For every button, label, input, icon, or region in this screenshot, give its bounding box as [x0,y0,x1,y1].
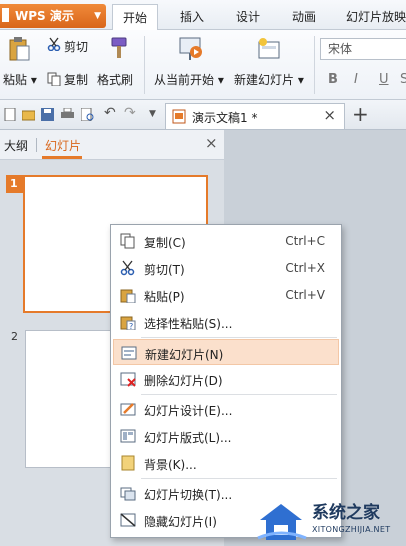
menu-item-paste[interactable]: 粘贴(P) Ctrl+V [113,282,339,308]
menu-item-label: 隐藏幻灯片(I) [144,515,217,529]
app-logo-icon [2,8,9,22]
document-tab[interactable]: 演示文稿1 * × [165,103,345,129]
font-name-select[interactable]: 宋体 [320,38,406,60]
watermark-url: XITONGZHIJIA.NET [312,525,391,534]
menu-separator [141,394,337,395]
paste-icon[interactable] [8,36,30,62]
italic-button[interactable]: I [354,72,358,87]
new-file-icon[interactable] [4,108,17,121]
menu-item-label: 删除幻灯片(D) [144,374,223,388]
menu-item-cut[interactable]: 剪切(T) Ctrl+X [113,255,339,281]
tab-insert[interactable]: 插入 [172,4,212,30]
menu-item-label: 剪切(T) [144,263,185,277]
redo-icon[interactable]: ↷ [124,105,136,121]
copy-button[interactable]: 复制 [64,71,88,88]
watermark-logo: 系统之家 XITONGZHIJIA.NET [250,494,406,546]
menu-item-paste-special[interactable]: ? 选择性粘贴(S)... [113,309,339,335]
menu-item-label: 新建幻灯片(N) [145,348,224,362]
menu-item-slide-layout[interactable]: 幻灯片版式(L)... [113,423,339,449]
close-icon[interactable]: × [323,106,336,124]
title-bar: WPS 演示 ▼ 开始 插入 设计 动画 幻灯片放映 [0,0,406,31]
menu-item-slide-design[interactable]: 幻灯片设计(E)... [113,396,339,422]
tab-home[interactable]: 开始 [112,4,158,31]
slide-number: 1 [10,177,18,190]
menu-item-label: 幻灯片切换(T)... [144,488,233,502]
menu-item-label: 幻灯片设计(E)... [144,404,233,418]
panel-header: 大纲 幻灯片 × [0,130,224,160]
ribbon-divider [314,36,315,94]
from-current-button[interactable]: 从当前开始 ▾ [154,71,224,88]
menu-item-delete-slide[interactable]: 删除幻灯片(D) [113,366,339,392]
menu-item-label: 背景(K)... [144,458,197,472]
menu-item-shortcut: Ctrl+V [285,288,325,302]
underline-button[interactable]: U [379,72,389,87]
save-icon[interactable] [41,108,54,121]
slide-design-icon [120,403,136,416]
tab-slides[interactable]: 幻灯片 [45,137,81,154]
menu-item-copy[interactable]: 复制(C) Ctrl+C [113,228,339,254]
tab-slideshow[interactable]: 幻灯片放映 [340,4,406,30]
slideshow-from-current-icon[interactable] [178,36,204,62]
cut-button[interactable]: 剪切 [64,38,88,55]
context-menu: 复制(C) Ctrl+C 剪切(T) Ctrl+X 粘贴(P) Ctrl+V ?… [110,224,342,538]
delete-slide-icon [120,372,136,387]
scissors-icon [120,260,135,276]
strikethrough-button[interactable]: S [400,72,406,87]
paste-special-icon: ? [120,316,136,330]
menu-item-shortcut: Ctrl+X [285,261,325,275]
background-icon [121,455,135,471]
new-slide-button[interactable]: 新建幻灯片 ▾ [234,71,304,88]
add-tab-icon[interactable]: + [352,102,369,126]
menu-item-label: 幻灯片版式(L)... [144,431,232,445]
menu-item-background[interactable]: 背景(K)... [113,450,339,476]
copy-icon [120,233,135,249]
format-painter-icon[interactable] [108,36,130,60]
menu-separator [141,478,337,479]
paste-button[interactable]: 粘贴 ▾ [3,71,37,88]
print-preview-icon[interactable] [81,108,94,121]
undo-icon[interactable]: ↶ [104,105,116,121]
tab-outline[interactable]: 大纲 [4,137,28,154]
new-slide-icon [121,346,137,360]
menu-item-shortcut: Ctrl+C [285,234,325,248]
hide-slide-icon [120,513,136,527]
new-slide-icon[interactable] [256,36,282,62]
menu-item-new-slide[interactable]: 新建幻灯片(N) [113,339,339,365]
app-menu-button[interactable]: WPS 演示 ▼ [0,4,106,28]
open-folder-icon[interactable] [22,108,35,121]
slide-layout-icon [120,429,136,443]
bold-button[interactable]: B [328,72,338,87]
menu-item-label: 粘贴(P) [144,290,185,304]
app-name: WPS 演示 [15,9,74,23]
copy-icon [47,72,61,86]
print-icon[interactable] [61,108,74,121]
watermark-title: 系统之家 [312,503,380,523]
panel-tab-divider [36,138,37,152]
document-tab-title: 演示文稿1 * [192,111,258,125]
chevron-down-icon: ▼ [94,11,101,21]
presentation-file-icon [172,109,186,124]
ribbon-divider [144,36,145,94]
ribbon: 粘贴 ▾ 剪切 复制 格式刷 从当前开始 ▾ 新建幻灯片 ▾ 宋体 B I U … [0,30,406,100]
tab-design[interactable]: 设计 [228,4,268,30]
menu-item-label: 选择性粘贴(S)... [144,317,233,331]
scissors-icon [47,37,61,51]
house-logo-icon [257,504,307,540]
menu-separator [141,337,337,338]
slide-transition-icon [120,487,136,501]
active-tab-indicator [42,156,82,159]
svg-text:?: ? [129,322,133,330]
quick-access-bar: ↶ ↷ ▼ 演示文稿1 * × + [0,100,406,130]
format-painter-button[interactable]: 格式刷 [97,71,133,88]
menu-item-label: 复制(C) [144,236,186,250]
customize-toolbar-icon[interactable]: ▼ [149,109,156,119]
tab-animation[interactable]: 动画 [284,4,324,30]
slide-number: 2 [11,330,18,343]
paste-icon [120,289,136,303]
close-icon[interactable]: × [205,134,218,152]
